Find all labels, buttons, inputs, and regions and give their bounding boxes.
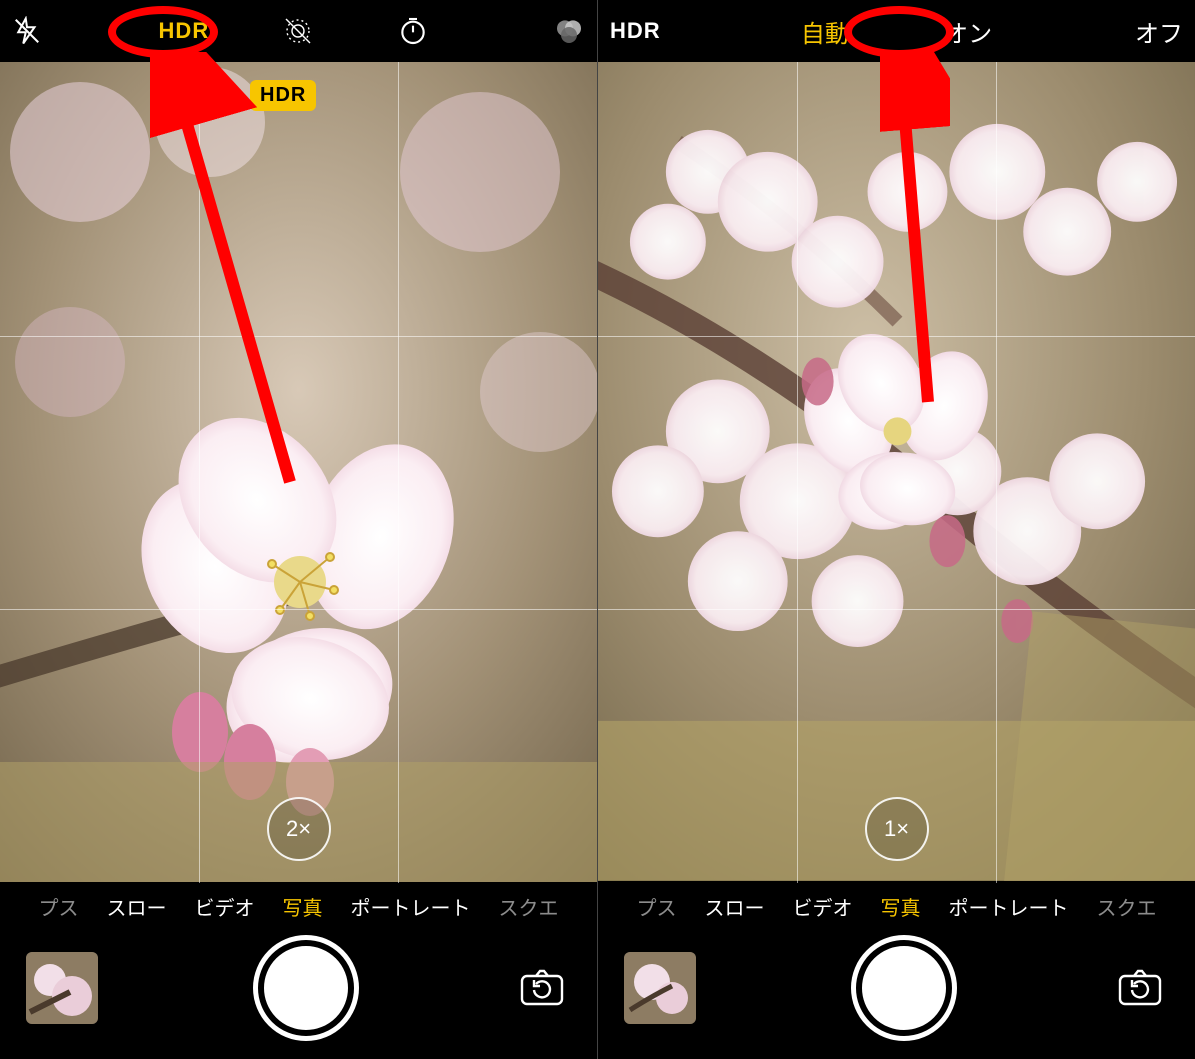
mode-photo[interactable]: 写真 (283, 892, 323, 921)
mode-video[interactable]: ビデオ (793, 892, 853, 921)
mode-edge-left[interactable]: プス (637, 892, 677, 921)
filters-icon[interactable] (553, 15, 585, 47)
mode-edge-right[interactable]: スクエ (499, 892, 559, 921)
hdr-options-bar: HDR 自動 オン オフ (598, 0, 1195, 62)
shutter-button[interactable] (856, 940, 952, 1036)
viewfinder[interactable]: HDR 2× (0, 62, 597, 883)
mode-selector[interactable]: プス スロー ビデオ 写真 ポートレート スクエ (598, 883, 1195, 929)
mode-edge-left[interactable]: プス (39, 892, 79, 921)
hdr-button[interactable]: HDR (159, 18, 210, 44)
viewfinder-photo (598, 62, 1195, 881)
camera-flip-icon[interactable] (513, 959, 571, 1017)
last-photo-thumbnail[interactable] (26, 952, 98, 1024)
hdr-auto-option[interactable]: 自動 (801, 14, 849, 49)
viewfinder[interactable]: 1× (598, 62, 1195, 883)
zoom-toggle[interactable]: 1× (865, 797, 929, 861)
last-photo-thumbnail[interactable] (624, 952, 696, 1024)
hdr-off-option[interactable]: オフ (1135, 14, 1183, 49)
timer-icon[interactable] (397, 15, 429, 47)
mode-portrait[interactable]: ポートレート (949, 892, 1069, 921)
mode-selector[interactable]: プス スロー ビデオ 写真 ポートレート スクエ (0, 883, 597, 929)
zoom-toggle[interactable]: 2× (267, 797, 331, 861)
hdr-label[interactable]: HDR (610, 18, 661, 44)
hdr-on-option[interactable]: オン (944, 14, 992, 49)
mode-portrait[interactable]: ポートレート (351, 892, 471, 921)
mode-edge-right[interactable]: スクエ (1097, 892, 1157, 921)
live-photo-icon[interactable] (281, 14, 315, 48)
camera-flip-icon[interactable] (1111, 959, 1169, 1017)
shutter-button[interactable] (258, 940, 354, 1036)
mode-photo[interactable]: 写真 (881, 892, 921, 921)
hdr-badge: HDR (250, 80, 316, 111)
viewfinder-photo (0, 62, 597, 882)
camera-screen-right: HDR 自動 オン オフ (597, 0, 1195, 1059)
bottom-bar (598, 929, 1195, 1059)
mode-slow[interactable]: スロー (705, 892, 765, 921)
mode-slow[interactable]: スロー (107, 892, 167, 921)
camera-screen-left: HDR (0, 0, 597, 1059)
mode-video[interactable]: ビデオ (195, 892, 255, 921)
flash-icon[interactable] (12, 16, 42, 46)
camera-topbar: HDR (0, 0, 597, 62)
bottom-bar (0, 929, 597, 1059)
